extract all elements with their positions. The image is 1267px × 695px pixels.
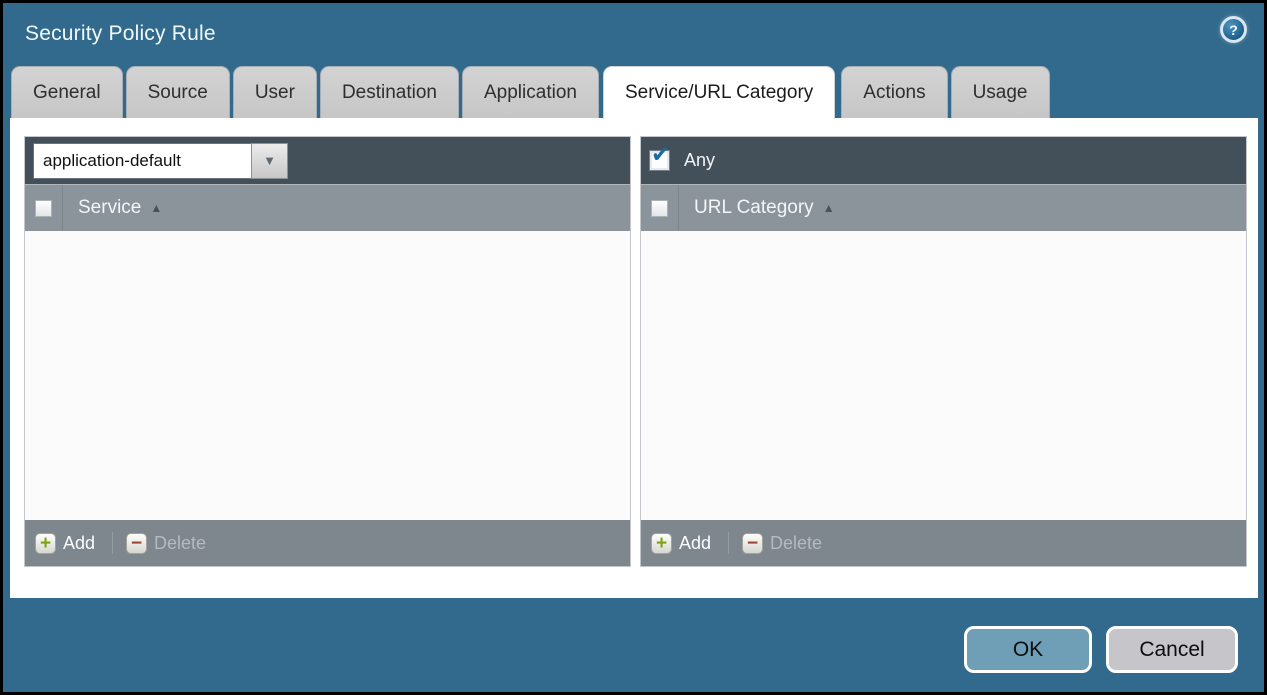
delete-minus-icon: − — [742, 533, 763, 554]
footer-separator — [728, 532, 729, 554]
help-icon[interactable]: ? — [1220, 16, 1247, 43]
help-icon-glyph: ? — [1229, 22, 1238, 38]
add-plus-icon: + — [35, 533, 56, 554]
service-panel-footer: + Add − Delete — [25, 520, 630, 566]
service-select-all-checkbox[interactable] — [35, 200, 52, 217]
url-category-panel: ✔ Any URL Category ▲ + Add — [640, 136, 1247, 567]
tab-usage[interactable]: Usage — [951, 66, 1050, 118]
url-category-header-checkbox-cell — [641, 185, 679, 231]
tab-application[interactable]: Application — [462, 66, 599, 118]
add-plus-icon: + — [651, 533, 672, 554]
service-column-header-row: Service ▲ — [25, 184, 630, 231]
footer-separator — [112, 532, 113, 554]
dialog-titlebar: Security Policy Rule ? — [3, 3, 1264, 65]
tab-user[interactable]: User — [233, 66, 317, 118]
service-header-checkbox-cell — [25, 185, 63, 231]
checkmark-icon: ✔ — [651, 143, 670, 166]
sort-ascending-icon[interactable]: ▲ — [150, 202, 162, 214]
tab-bar: General Source User Destination Applicat… — [3, 65, 1264, 118]
url-category-panel-header: ✔ Any — [641, 137, 1246, 184]
cancel-button[interactable]: Cancel — [1106, 626, 1238, 673]
service-panel-header: application-default ▼ — [25, 137, 630, 184]
url-category-select-all-checkbox[interactable] — [651, 200, 668, 217]
any-checkbox[interactable]: ✔ — [649, 150, 670, 171]
url-category-list-body[interactable] — [641, 231, 1246, 520]
service-type-dropdown-value[interactable]: application-default — [33, 143, 251, 179]
url-category-column-header-label[interactable]: URL Category — [694, 197, 814, 219]
url-category-delete-label: Delete — [770, 533, 822, 554]
ok-button[interactable]: OK — [964, 626, 1092, 673]
delete-minus-icon: − — [126, 533, 147, 554]
tab-source[interactable]: Source — [126, 66, 230, 118]
service-column-header-label[interactable]: Service — [78, 197, 141, 219]
service-add-button[interactable]: + Add — [35, 533, 95, 554]
tab-actions[interactable]: Actions — [841, 66, 947, 118]
dialog-footer: OK Cancel — [964, 626, 1238, 673]
service-list-body[interactable] — [25, 231, 630, 520]
url-category-add-button[interactable]: + Add — [651, 533, 711, 554]
service-delete-button[interactable]: − Delete — [126, 533, 206, 554]
any-checkbox-label[interactable]: Any — [684, 150, 715, 171]
service-panel: application-default ▼ Service ▲ + — [24, 136, 631, 567]
service-type-dropdown-button[interactable]: ▼ — [251, 143, 288, 179]
tab-service-url-category[interactable]: Service/URL Category — [603, 66, 835, 119]
url-category-column-header-row: URL Category ▲ — [641, 184, 1246, 231]
url-category-delete-button[interactable]: − Delete — [742, 533, 822, 554]
dialog-title: Security Policy Rule — [25, 22, 216, 46]
service-delete-label: Delete — [154, 533, 206, 554]
tab-content-service-url-category: application-default ▼ Service ▲ + — [10, 118, 1258, 598]
tab-destination[interactable]: Destination — [320, 66, 459, 118]
chevron-down-icon: ▼ — [263, 153, 276, 168]
tab-general[interactable]: General — [11, 66, 123, 118]
sort-ascending-icon[interactable]: ▲ — [823, 202, 835, 214]
url-category-panel-footer: + Add − Delete — [641, 520, 1246, 566]
url-category-add-label: Add — [679, 533, 711, 554]
security-policy-rule-dialog: Security Policy Rule ? General Source Us… — [0, 0, 1267, 695]
service-add-label: Add — [63, 533, 95, 554]
service-type-dropdown[interactable]: application-default ▼ — [33, 143, 288, 179]
